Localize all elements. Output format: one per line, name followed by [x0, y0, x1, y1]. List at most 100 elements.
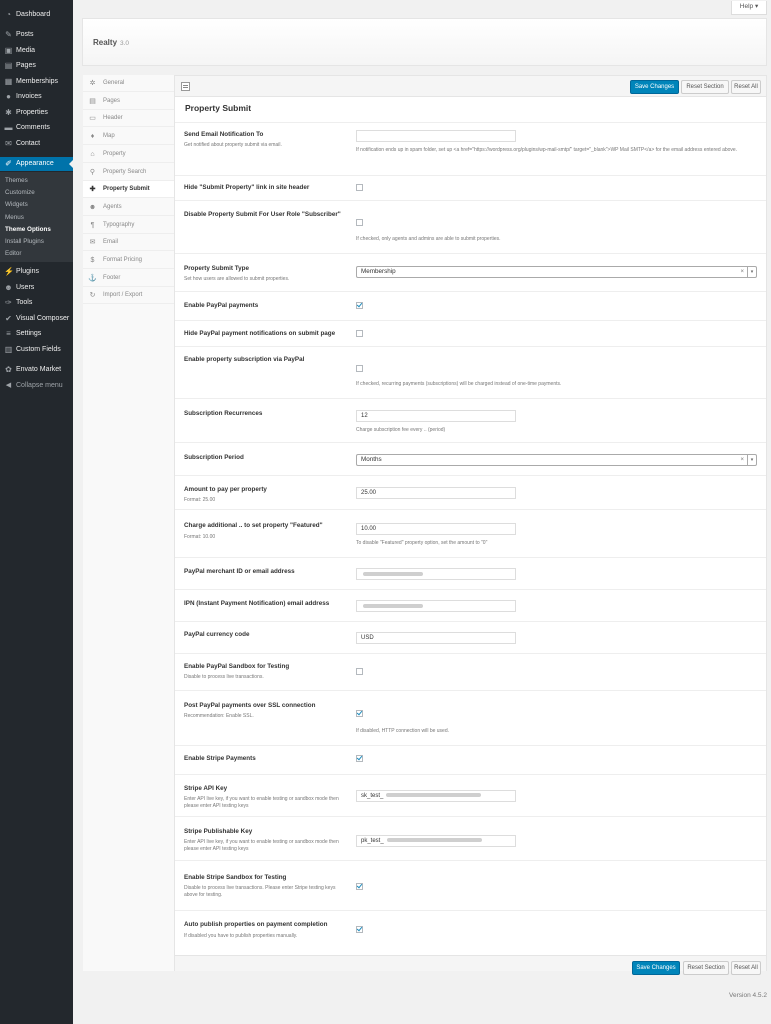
- admin-menu-label: Plugins: [16, 268, 39, 275]
- admin-menu-users[interactable]: ☻ Users: [0, 281, 73, 295]
- field-note: Charge subscription fee every .. (period…: [356, 427, 446, 433]
- submenu-theme-options[interactable]: Theme Options: [5, 225, 51, 235]
- submenu-widgets[interactable]: Widgets: [5, 200, 28, 210]
- expand-options-icon[interactable]: [181, 82, 190, 91]
- subscription-checkbox[interactable]: [356, 365, 363, 372]
- section-nav-label: Property Submit: [103, 186, 150, 193]
- admin-menu-posts[interactable]: ✎ Posts: [0, 28, 73, 42]
- submenu-menus[interactable]: Menus: [5, 213, 24, 223]
- field-description: Enter API live key, if you want to enabl…: [184, 839, 339, 852]
- section-nav-import-export[interactable]: ↻ Import / Export: [83, 287, 174, 305]
- disable-subscriber-checkbox[interactable]: [356, 219, 363, 226]
- field-note: To disable "Featured" property option, s…: [356, 540, 488, 546]
- hide-link-checkbox[interactable]: [356, 184, 363, 191]
- reset-all-button-bottom[interactable]: Reset All: [731, 961, 761, 975]
- submenu-editor[interactable]: Editor: [5, 249, 21, 259]
- field-label: Send Email Notification To: [184, 131, 264, 138]
- stripe-publishable-key-input[interactable]: pk_test_: [356, 835, 516, 847]
- submenu-install-plugins[interactable]: Install Plugins: [5, 237, 44, 247]
- collapse-menu-button[interactable]: ◀ Collapse menu: [0, 379, 73, 393]
- admin-menu-memberships[interactable]: ▦ Memberships: [0, 75, 73, 89]
- notification-email-input[interactable]: [356, 130, 516, 142]
- admin-menu-appearance[interactable]: ✐ Appearance: [0, 157, 73, 171]
- stripe-sandbox-checkbox[interactable]: [356, 883, 363, 890]
- enable-paypal-checkbox[interactable]: [356, 302, 363, 309]
- auto-publish-checkbox[interactable]: [356, 926, 363, 933]
- section-nav-general[interactable]: ✲ General: [83, 75, 174, 92]
- merchant-id-input[interactable]: [356, 568, 516, 580]
- clear-icon[interactable]: ×: [740, 455, 744, 465]
- submenu-customize[interactable]: Customize: [5, 188, 35, 198]
- recurrences-input[interactable]: 12: [356, 410, 516, 422]
- field-label: Stripe API Key: [184, 785, 228, 792]
- section-nav-header[interactable]: ▭ Header: [83, 110, 174, 128]
- admin-menu-contact[interactable]: ✉ Contact: [0, 137, 73, 151]
- amount-input[interactable]: 25.00: [356, 487, 516, 499]
- reset-section-button-bottom[interactable]: Reset Section: [683, 961, 729, 975]
- admin-menu-label: Visual Composer: [16, 315, 70, 322]
- ssl-checkbox[interactable]: [356, 710, 363, 717]
- admin-menu-plugins[interactable]: ⚡ Plugins: [0, 265, 73, 279]
- currency-code-input[interactable]: USD: [356, 632, 516, 644]
- field-row-ipn: IPN (Instant Payment Notification) email…: [175, 589, 766, 621]
- refresh-icon: ↻: [89, 292, 96, 300]
- subscription-period-select[interactable]: Months × ▾: [356, 454, 757, 466]
- section-nav-label: Agents: [103, 203, 122, 210]
- section-nav-property-search[interactable]: ⚲ Property Search: [83, 164, 174, 181]
- admin-menu-custom-fields[interactable]: ▥ Custom Fields: [0, 343, 73, 357]
- stripe-checkbox[interactable]: [356, 755, 363, 762]
- field-row-amount: Amount to pay per property Format: 25.00…: [175, 475, 766, 509]
- hide-paypal-notifications-checkbox[interactable]: [356, 330, 363, 337]
- field-label: Disable Property Submit For User Role "S…: [184, 211, 341, 218]
- admin-menu-dashboard[interactable]: ◔ Dashboard: [0, 8, 73, 22]
- settings-icon: ≡: [6, 329, 11, 338]
- section-nav-map[interactable]: ♦ Map: [83, 128, 174, 146]
- admin-menu-media[interactable]: ▣ Media: [0, 44, 73, 58]
- section-nav-footer[interactable]: ⚓ Footer: [83, 270, 174, 287]
- invoices-icon: ●: [6, 92, 11, 101]
- submenu-themes[interactable]: Themes: [5, 176, 28, 186]
- help-tab-button[interactable]: Help ▾: [731, 1, 767, 15]
- admin-menu-visual-composer[interactable]: ✔ Visual Composer: [0, 312, 73, 326]
- admin-menu-envato-market[interactable]: ✿ Envato Market: [0, 363, 73, 377]
- comments-icon: ▬: [4, 123, 13, 132]
- section-nav-pages[interactable]: ▤ Pages: [83, 93, 174, 110]
- stripe-api-key-input[interactable]: sk_test_: [356, 790, 516, 802]
- gear-icon: ✲: [89, 80, 96, 87]
- section-nav-property-submit[interactable]: ✚ Property Submit: [83, 181, 174, 199]
- section-nav-property[interactable]: ⌂ Property: [83, 146, 174, 163]
- field-row-featured: Charge additional .. to set property "Fe…: [175, 509, 766, 557]
- field-label: Property Submit Type: [184, 265, 249, 272]
- theme-version: 3.0: [120, 40, 130, 47]
- section-nav-email[interactable]: ✉ Email: [83, 234, 174, 252]
- admin-menu-properties[interactable]: ✱ Properties: [0, 106, 73, 120]
- footer-version: Version 4.5.2: [729, 992, 767, 999]
- save-changes-button[interactable]: Save Changes: [630, 80, 679, 94]
- section-nav-format-pricing[interactable]: $ Format Pricing: [83, 252, 174, 269]
- save-changes-button-bottom[interactable]: Save Changes: [632, 961, 680, 975]
- dashboard-icon: ◔: [6, 10, 11, 19]
- admin-menu-settings[interactable]: ≡ Settings: [0, 327, 73, 341]
- submit-type-select[interactable]: Membership × ▾: [356, 266, 757, 278]
- reset-section-button[interactable]: Reset Section: [681, 80, 729, 94]
- admin-menu-tools[interactable]: ✑ Tools: [0, 296, 73, 310]
- featured-amount-input[interactable]: 10.00: [356, 523, 516, 535]
- clear-icon[interactable]: ×: [740, 267, 744, 277]
- field-label: Hide "Submit Property" link in site head…: [184, 184, 310, 191]
- anchor-icon: ⚓: [88, 274, 97, 282]
- admin-menu-invoices[interactable]: ● Invoices: [0, 90, 73, 104]
- options-section-nav: ✲ General ▤ Pages ▭ Header ♦ Map ⌂ Property ⚲ Prope…: [83, 75, 175, 971]
- chevron-down-icon[interactable]: ▾: [747, 455, 756, 465]
- field-row-stripe-sandbox: Enable Stripe Sandbox for Testing Disabl…: [175, 860, 766, 910]
- field-row-enable-paypal: Enable PayPal payments: [175, 291, 766, 320]
- admin-menu-comments[interactable]: ▬ Comments: [0, 121, 73, 135]
- options-header: Realty 3.0: [82, 18, 767, 66]
- paypal-sandbox-checkbox[interactable]: [356, 668, 363, 675]
- chevron-down-icon[interactable]: ▾: [747, 267, 756, 277]
- section-nav-typography[interactable]: ¶ Typography: [83, 217, 174, 234]
- section-nav-agents[interactable]: ☻ Agents: [83, 199, 174, 216]
- field-row-auto-publish: Auto publish properties on payment compl…: [175, 910, 766, 954]
- ipn-email-input[interactable]: [356, 600, 516, 612]
- admin-menu-pages[interactable]: ▤ Pages: [0, 59, 73, 73]
- reset-all-button[interactable]: Reset All: [731, 80, 761, 94]
